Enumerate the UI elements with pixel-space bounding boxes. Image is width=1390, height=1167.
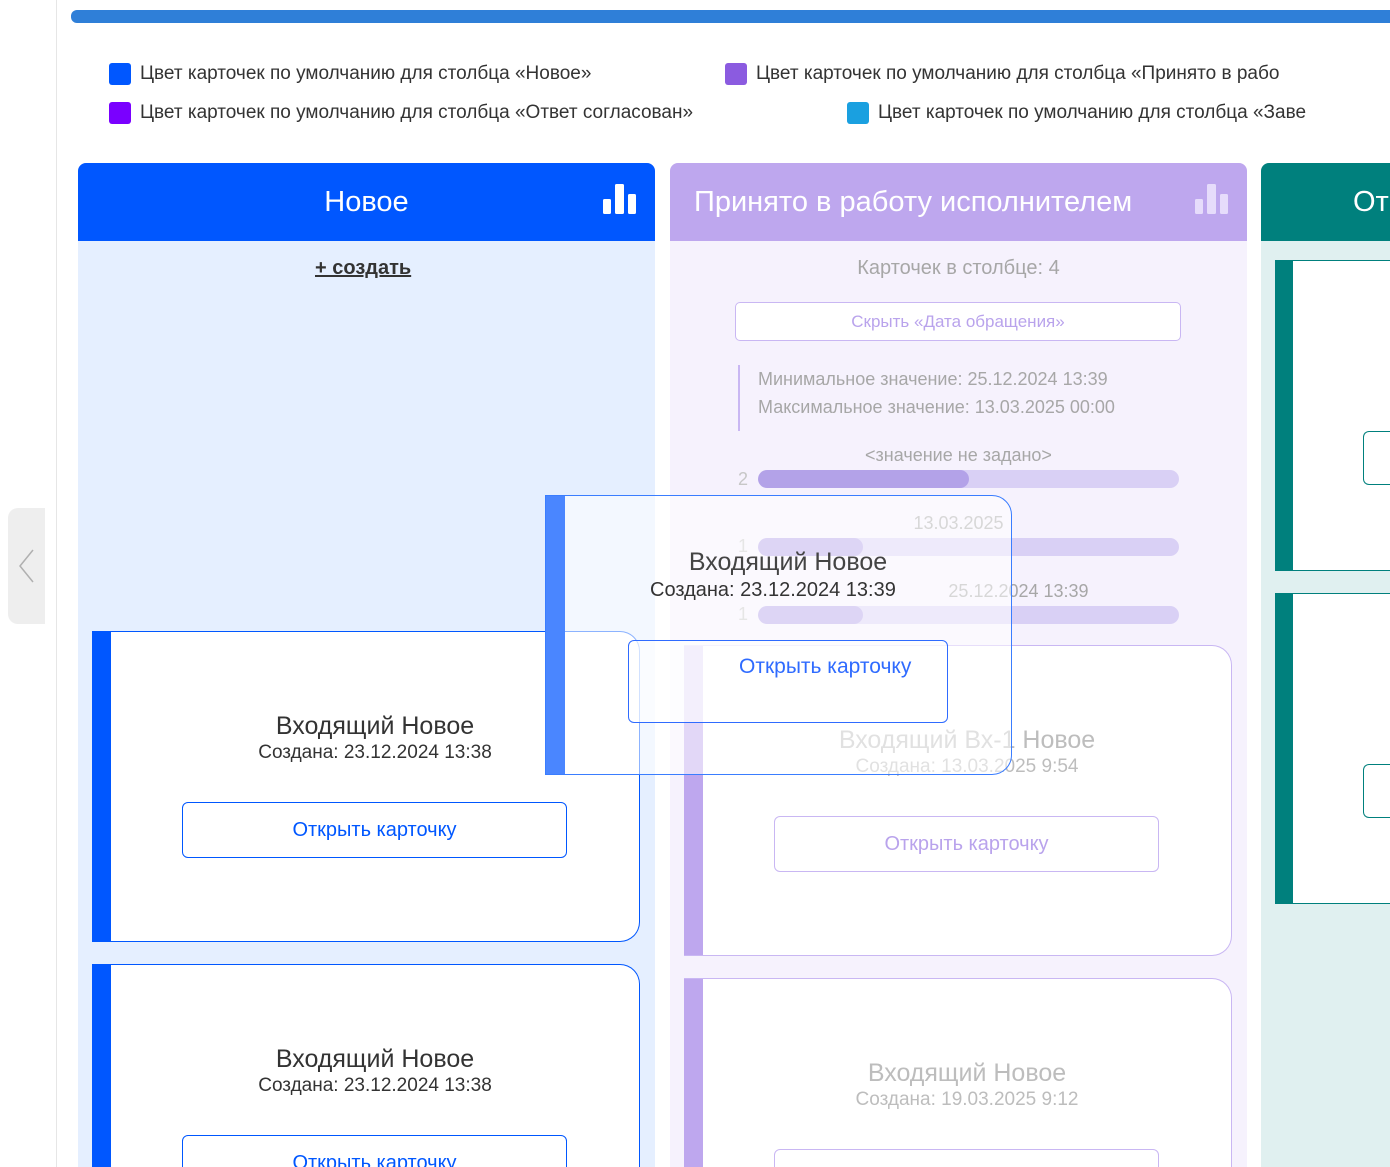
card-stripe — [92, 965, 111, 1167]
bar-count: 2 — [738, 469, 749, 489]
legend-swatch — [725, 63, 747, 85]
open-card-button[interactable] — [1363, 431, 1390, 485]
card-title: Входящий Новое — [275, 1045, 475, 1073]
legend-item-accepted: Цвет карточек по умолчанию для столбца «… — [725, 63, 1279, 85]
column-agreed: От — [1261, 163, 1390, 1167]
open-card-button[interactable] — [774, 1149, 1159, 1167]
legend-label: Цвет карточек по умолчанию для столбца «… — [878, 102, 1307, 123]
open-card-button[interactable]: Открыть карточку — [774, 816, 1159, 872]
column-title: Новое — [324, 185, 409, 218]
column-header: Новое — [78, 163, 655, 241]
card[interactable] — [1275, 593, 1390, 904]
card-title: Входящий Новое — [688, 548, 888, 576]
card-date: Создана: 23.12.2024 13:38 — [258, 1075, 492, 1096]
card[interactable] — [1275, 260, 1390, 571]
legend-swatch — [847, 102, 869, 124]
column-title: Принято в работу исполнителем — [694, 185, 1133, 218]
bar-chart-icon[interactable] — [1194, 182, 1230, 218]
card-stripe — [546, 496, 565, 774]
card-stripe — [684, 979, 703, 1167]
column-title: От — [1353, 185, 1389, 218]
card-date: Создана: 23.12.2024 13:39 — [650, 579, 896, 601]
bar-track — [758, 470, 1179, 488]
card-stripe — [1275, 594, 1293, 903]
legend-item-agreed: Цвет карточек по умолчанию для столбца «… — [109, 102, 847, 124]
open-card-button[interactable]: Открыть карточку — [182, 1135, 567, 1167]
legend-swatch — [109, 63, 131, 85]
dragged-card[interactable]: Входящий Новое Создана: 23.12.2024 13:39… — [545, 495, 1012, 775]
legend-item-completed: Цвет карточек по умолчанию для столбца «… — [847, 102, 1306, 124]
card-stripe — [92, 632, 111, 941]
collapse-panel-button[interactable] — [8, 508, 45, 624]
card-stripe — [1275, 261, 1293, 570]
legend-label: Цвет карточек по умолчанию для столбца «… — [140, 102, 694, 123]
create-card-link[interactable]: + создать — [315, 257, 411, 280]
open-card-button[interactable] — [1363, 764, 1390, 818]
card[interactable]: Входящий Новое Создана: 23.12.2024 13:38… — [92, 964, 640, 1167]
min-value: Минимальное значение: 25.12.2024 13:39 — [758, 369, 1108, 389]
open-card-button[interactable]: Открыть карточку — [628, 640, 948, 723]
card[interactable]: Входящий Новое Создана: 19.03.2025 9:12 — [684, 978, 1232, 1167]
column-header: От — [1261, 163, 1390, 241]
bar-chart-icon[interactable] — [602, 182, 638, 218]
legend-label: Цвет карточек по умолчанию для столбца «… — [140, 63, 592, 84]
min-max-block: Минимальное значение: 25.12.2024 13:39 М… — [738, 365, 1115, 431]
legend-item-new: Цвет карточек по умолчанию для столбца «… — [109, 63, 725, 85]
cards-count: Карточек в столбце: 4 — [857, 257, 1060, 279]
left-rail — [0, 0, 57, 1167]
max-value: Максимальное значение: 13.03.2025 00:00 — [758, 397, 1115, 417]
card-date: Создана: 19.03.2025 9:12 — [855, 1089, 1079, 1110]
card-title: Входящий Новое — [867, 1059, 1067, 1087]
top-progress-bar — [71, 10, 1390, 23]
legend: Цвет карточек по умолчанию для столбца «… — [109, 60, 1390, 138]
bar-fill — [758, 470, 969, 488]
legend-swatch — [109, 102, 131, 124]
legend-label: Цвет карточек по умолчанию для столбца «… — [756, 63, 1280, 84]
hide-field-button[interactable]: Скрыть «Дата обращения» — [735, 302, 1181, 341]
open-card-button[interactable]: Открыть карточку — [182, 802, 567, 858]
chevron-left-icon — [18, 549, 34, 583]
column-header: Принято в работу исполнителем — [670, 163, 1247, 241]
bar-label: <значение не задано> — [865, 445, 1052, 465]
